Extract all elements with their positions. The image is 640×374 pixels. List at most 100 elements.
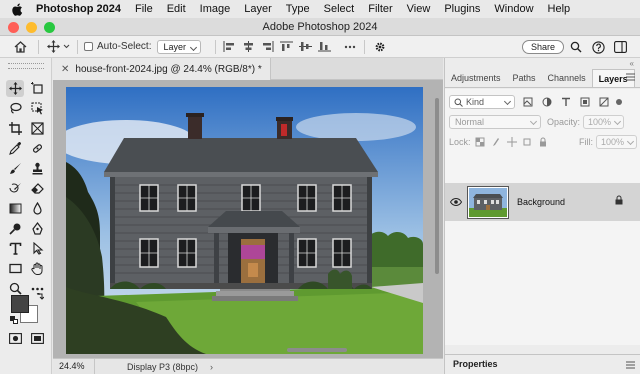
filter-adjustment-icon[interactable] xyxy=(540,96,553,109)
tab-adjustments[interactable]: Adjustments xyxy=(445,69,507,87)
more-icon[interactable] xyxy=(342,45,358,49)
layer-filter-kind-value: Kind xyxy=(466,97,485,107)
dodge-tool[interactable] xyxy=(6,220,24,237)
panel-menu-icon[interactable] xyxy=(626,360,635,372)
settings-icon[interactable] xyxy=(371,41,389,53)
toolbar-grip[interactable] xyxy=(8,63,44,69)
house-photo xyxy=(66,87,423,354)
menu-image[interactable]: Image xyxy=(200,3,231,15)
window-title-bar: Adobe Photoshop 2024 xyxy=(0,18,640,36)
help-icon[interactable] xyxy=(590,39,606,55)
align-middle-icon[interactable] xyxy=(298,40,313,54)
document-tab[interactable]: ✕ house-front-2024.jpg @ 24.4% (RGB/8*) … xyxy=(53,58,271,80)
search-icon xyxy=(454,98,463,107)
zoom-level[interactable]: 24.4% xyxy=(53,358,95,374)
close-document-icon[interactable]: ✕ xyxy=(61,64,69,75)
fill-input[interactable]: 100% xyxy=(595,135,637,149)
opacity-input[interactable]: 100% xyxy=(583,115,625,129)
filter-shape-icon[interactable] xyxy=(578,96,591,109)
crop-tool[interactable] xyxy=(6,120,24,137)
lock-label: Lock: xyxy=(449,137,471,147)
filter-pixel-icon[interactable] xyxy=(521,96,534,109)
layer-filter-kind-dropdown[interactable]: Kind xyxy=(449,95,515,109)
divider xyxy=(77,39,78,54)
lock-transparent-pixels-icon[interactable] xyxy=(475,136,487,148)
path-select-tool[interactable] xyxy=(28,240,46,257)
align-center-h-icon[interactable] xyxy=(241,40,256,54)
move-tool[interactable] xyxy=(6,80,24,97)
align-left-icon[interactable] xyxy=(222,40,237,54)
menu-window[interactable]: Window xyxy=(494,3,533,15)
document-tab-bar: ✕ house-front-2024.jpg @ 24.4% (RGB/8*) … xyxy=(53,58,443,80)
auto-select-checkbox[interactable] xyxy=(84,42,93,51)
menu-bar: Photoshop 2024 File Edit Image Layer Typ… xyxy=(0,0,640,18)
align-top-icon[interactable] xyxy=(279,40,294,54)
filter-type-icon[interactable] xyxy=(559,96,572,109)
filter-toggle-icon[interactable] xyxy=(616,99,622,105)
right-panel-dock: « Adjustments Paths Channels Layers Kind… xyxy=(444,58,640,374)
menu-layer[interactable]: Layer xyxy=(244,3,272,15)
eye-icon[interactable] xyxy=(445,198,467,206)
align-right-icon[interactable] xyxy=(260,40,275,54)
quick-mask-icon[interactable] xyxy=(6,330,24,347)
rectangle-tool[interactable] xyxy=(6,260,24,277)
move-tool-icon[interactable] xyxy=(45,40,61,53)
layer-row[interactable]: Background xyxy=(445,183,640,221)
lock-image-pixels-icon[interactable] xyxy=(490,136,502,148)
apple-menu-icon[interactable] xyxy=(12,2,24,16)
properties-panel-header[interactable]: Properties xyxy=(445,354,640,374)
lock-icon xyxy=(615,195,623,208)
swap-colors-icon[interactable] xyxy=(36,293,44,301)
history-brush-tool[interactable] xyxy=(6,180,24,197)
vertical-scrollbar[interactable] xyxy=(435,98,439,274)
window-title: Adobe Photoshop 2024 xyxy=(262,21,378,33)
hand-tool[interactable] xyxy=(28,260,46,277)
horizontal-scrollbar[interactable] xyxy=(287,348,347,352)
tab-channels[interactable]: Channels xyxy=(542,69,592,87)
eyedropper-tool[interactable] xyxy=(6,140,24,157)
lock-position-icon[interactable] xyxy=(506,136,518,148)
menu-view[interactable]: View xyxy=(407,3,431,15)
chevron-right-icon[interactable]: › xyxy=(210,362,213,372)
clone-stamp-tool[interactable] xyxy=(28,160,46,177)
tab-paths[interactable]: Paths xyxy=(507,69,542,87)
menu-plugins[interactable]: Plugins xyxy=(444,3,480,15)
auto-select-label: Auto-Select: xyxy=(97,41,152,52)
blur-tool[interactable] xyxy=(28,200,46,217)
image-canvas[interactable] xyxy=(66,87,423,354)
workspace-icon[interactable] xyxy=(612,39,628,55)
frame-tool[interactable] xyxy=(28,120,46,137)
screen-mode-icon[interactable] xyxy=(28,330,46,347)
chevron-down-icon[interactable] xyxy=(61,44,71,49)
lock-artboard-icon[interactable] xyxy=(522,136,534,148)
align-bottom-icon[interactable] xyxy=(317,40,332,54)
auto-select-target-dropdown[interactable]: Layer xyxy=(157,39,201,54)
menu-filter[interactable]: Filter xyxy=(368,3,392,15)
menu-help[interactable]: Help xyxy=(548,3,571,15)
lock-all-icon[interactable] xyxy=(537,136,549,148)
pen-tool[interactable] xyxy=(28,220,46,237)
blend-mode-dropdown[interactable]: Normal xyxy=(449,115,541,129)
filter-smart-object-icon[interactable] xyxy=(597,96,610,109)
panel-menu-icon[interactable] xyxy=(626,72,635,84)
type-tool[interactable] xyxy=(6,240,24,257)
brush-tool[interactable] xyxy=(6,160,24,177)
object-select-tool[interactable] xyxy=(28,100,46,117)
spot-healing-tool[interactable] xyxy=(28,140,46,157)
search-icon[interactable] xyxy=(568,39,584,55)
app-menu[interactable]: Photoshop 2024 xyxy=(36,3,121,15)
menu-type[interactable]: Type xyxy=(286,3,310,15)
menu-select[interactable]: Select xyxy=(324,3,355,15)
default-colors-icon[interactable] xyxy=(10,316,18,324)
menu-edit[interactable]: Edit xyxy=(167,3,186,15)
eraser-tool[interactable] xyxy=(28,180,46,197)
share-button[interactable]: Share xyxy=(521,40,564,54)
foreground-color-swatch[interactable] xyxy=(11,295,29,313)
fill-label: Fill: xyxy=(578,137,593,147)
lasso-tool[interactable] xyxy=(6,100,24,117)
gradient-tool[interactable] xyxy=(6,200,24,217)
artboard-tool[interactable] xyxy=(28,80,46,97)
collapse-panels-icon[interactable]: « xyxy=(630,59,634,68)
home-icon[interactable] xyxy=(8,40,32,53)
menu-file[interactable]: File xyxy=(135,3,153,15)
